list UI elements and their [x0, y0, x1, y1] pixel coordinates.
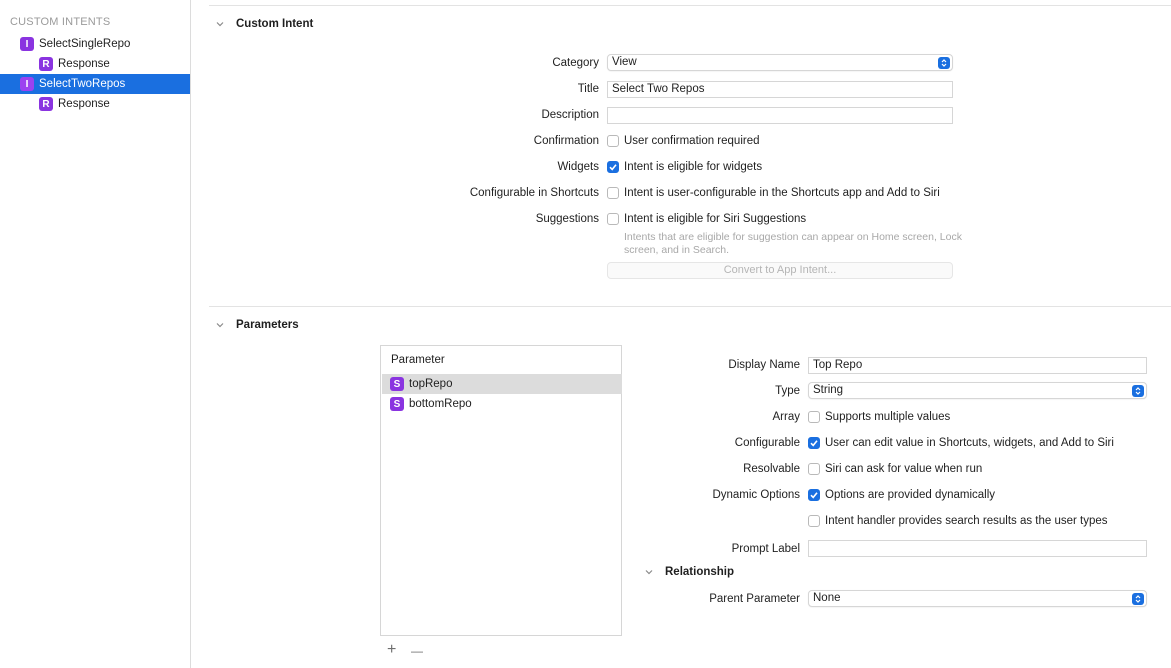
intent-badge-icon: I	[20, 37, 34, 51]
checkmark-icon	[810, 492, 818, 499]
category-popup[interactable]: View	[607, 54, 953, 71]
description-field[interactable]	[607, 107, 953, 124]
category-label: Category	[552, 57, 599, 69]
display-name-label: Display Name	[728, 359, 800, 371]
search-results-checkbox-row[interactable]: Intent handler provides search results a…	[808, 513, 1108, 529]
top-divider	[209, 5, 1171, 6]
description-label: Description	[541, 109, 599, 121]
sidebar-item-response-1[interactable]: R Response	[0, 54, 190, 74]
popup-arrows-icon	[938, 56, 950, 69]
convert-to-app-intent-button[interactable]: Convert to App Intent...	[607, 262, 953, 279]
title-label: Title	[577, 83, 599, 95]
widgets-text: Intent is eligible for widgets	[624, 161, 763, 173]
checkmark-icon	[810, 440, 818, 447]
parameters-section-header[interactable]: Parameters	[216, 319, 299, 331]
suggestions-label: Suggestions	[535, 213, 599, 225]
intent-badge-icon: I	[20, 77, 34, 91]
dynamic-options-label: Dynamic Options	[712, 489, 800, 501]
prompt-label-field[interactable]	[808, 540, 1147, 557]
response-badge-icon: R	[39, 97, 53, 111]
chevron-down-icon	[645, 570, 653, 575]
add-parameter-button[interactable]: +	[387, 642, 396, 658]
chevron-down-icon	[216, 22, 224, 27]
type-label: Type	[775, 385, 800, 397]
type-popup[interactable]: String	[808, 382, 1147, 399]
confirmation-text: User confirmation required	[624, 135, 760, 147]
confirmation-label: Confirmation	[533, 135, 599, 147]
suggestions-checkbox-row[interactable]: Intent is eligible for Siri Suggestions	[607, 211, 806, 227]
dynamic-options-checkbox-row[interactable]: Options are provided dynamically	[808, 487, 995, 503]
custom-intent-section-header[interactable]: Custom Intent	[216, 18, 313, 30]
array-text: Supports multiple values	[825, 411, 951, 423]
section-title: Custom Intent	[236, 18, 314, 30]
param-configurable-text: User can edit value in Shortcuts, widget…	[825, 437, 1114, 449]
widgets-checkbox-row[interactable]: Intent is eligible for widgets	[607, 159, 762, 175]
type-value: String	[813, 384, 844, 396]
parent-parameter-label: Parent Parameter	[709, 593, 800, 605]
sidebar-item-label: SelectSingleRepo	[39, 38, 131, 50]
resolvable-label: Resolvable	[743, 463, 800, 475]
relationship-section-header[interactable]: Relationship	[645, 566, 734, 578]
sidebar-item-select-single-repo[interactable]: I SelectSingleRepo	[0, 34, 190, 54]
sidebar-item-label: SelectTwoRepos	[39, 78, 126, 90]
parameter-item-label: bottomRepo	[409, 398, 472, 410]
resolvable-checkbox[interactable]	[808, 463, 820, 475]
configurable-in-shortcuts-label: Configurable in Shortcuts	[469, 187, 599, 199]
resolvable-checkbox-row[interactable]: Siri can ask for value when run	[808, 461, 982, 477]
suggestions-hint: Intents that are eligible for suggestion…	[624, 231, 962, 256]
array-checkbox-row[interactable]: Supports multiple values	[808, 409, 950, 425]
widgets-checkbox[interactable]	[607, 161, 619, 173]
confirmation-checkbox[interactable]	[607, 135, 619, 147]
param-configurable-checkbox-row[interactable]: User can edit value in Shortcuts, widget…	[808, 435, 1114, 451]
configurable-checkbox-row[interactable]: Intent is user-configurable in the Short…	[607, 185, 940, 201]
category-value: View	[612, 56, 637, 68]
suggestions-checkbox[interactable]	[607, 213, 619, 225]
dynamic-options-text: Options are provided dynamically	[825, 489, 996, 501]
array-checkbox[interactable]	[808, 411, 820, 423]
parameter-item-bottom-repo[interactable]: S bottomRepo	[382, 394, 622, 414]
param-configurable-checkbox[interactable]	[808, 437, 820, 449]
array-label: Array	[772, 411, 800, 423]
title-field[interactable]: Select Two Repos	[607, 81, 953, 98]
search-results-text: Intent handler provides search results a…	[825, 515, 1108, 527]
parameter-list[interactable]: Parameter S topRepo S bottomRepo	[380, 345, 622, 636]
parameter-list-header: Parameter	[391, 354, 445, 366]
sidebar: CUSTOM INTENTS I SelectSingleRepo R Resp…	[0, 0, 191, 668]
configurable-text: Intent is user-configurable in the Short…	[624, 187, 940, 199]
parameter-item-top-repo[interactable]: S topRepo	[382, 374, 622, 394]
configurable-checkbox[interactable]	[607, 187, 619, 199]
configurable-label: Configurable	[734, 437, 800, 449]
dynamic-options-checkbox[interactable]	[808, 489, 820, 501]
relationship-title: Relationship	[665, 566, 735, 578]
string-badge-icon: S	[390, 377, 404, 391]
checkmark-icon	[609, 164, 617, 171]
string-badge-icon: S	[390, 397, 404, 411]
section-divider	[209, 306, 1171, 307]
display-name-field[interactable]: Top Repo	[808, 357, 1147, 374]
search-results-checkbox[interactable]	[808, 515, 820, 527]
sidebar-item-label: Response	[58, 58, 110, 70]
parent-parameter-value: None	[813, 592, 841, 604]
resolvable-text: Siri can ask for value when run	[825, 463, 983, 475]
section-title: Parameters	[236, 319, 299, 331]
parameter-item-label: topRepo	[409, 378, 453, 390]
popup-arrows-icon	[1132, 384, 1144, 397]
prompt-label-label: Prompt Label	[731, 543, 800, 555]
widgets-label: Widgets	[557, 161, 599, 173]
sidebar-item-label: Response	[58, 98, 110, 110]
sidebar-header: CUSTOM INTENTS	[10, 16, 111, 28]
parent-parameter-popup[interactable]: None	[808, 590, 1147, 607]
remove-parameter-button[interactable]: —	[411, 643, 423, 659]
chevron-down-icon	[216, 323, 224, 328]
popup-arrows-icon	[1132, 592, 1144, 605]
suggestions-text: Intent is eligible for Siri Suggestions	[624, 213, 807, 225]
confirmation-checkbox-row[interactable]: User confirmation required	[607, 133, 760, 149]
sidebar-item-select-two-repos[interactable]: I SelectTwoRepos	[0, 74, 190, 94]
sidebar-item-response-2[interactable]: R Response	[0, 94, 190, 114]
response-badge-icon: R	[39, 57, 53, 71]
